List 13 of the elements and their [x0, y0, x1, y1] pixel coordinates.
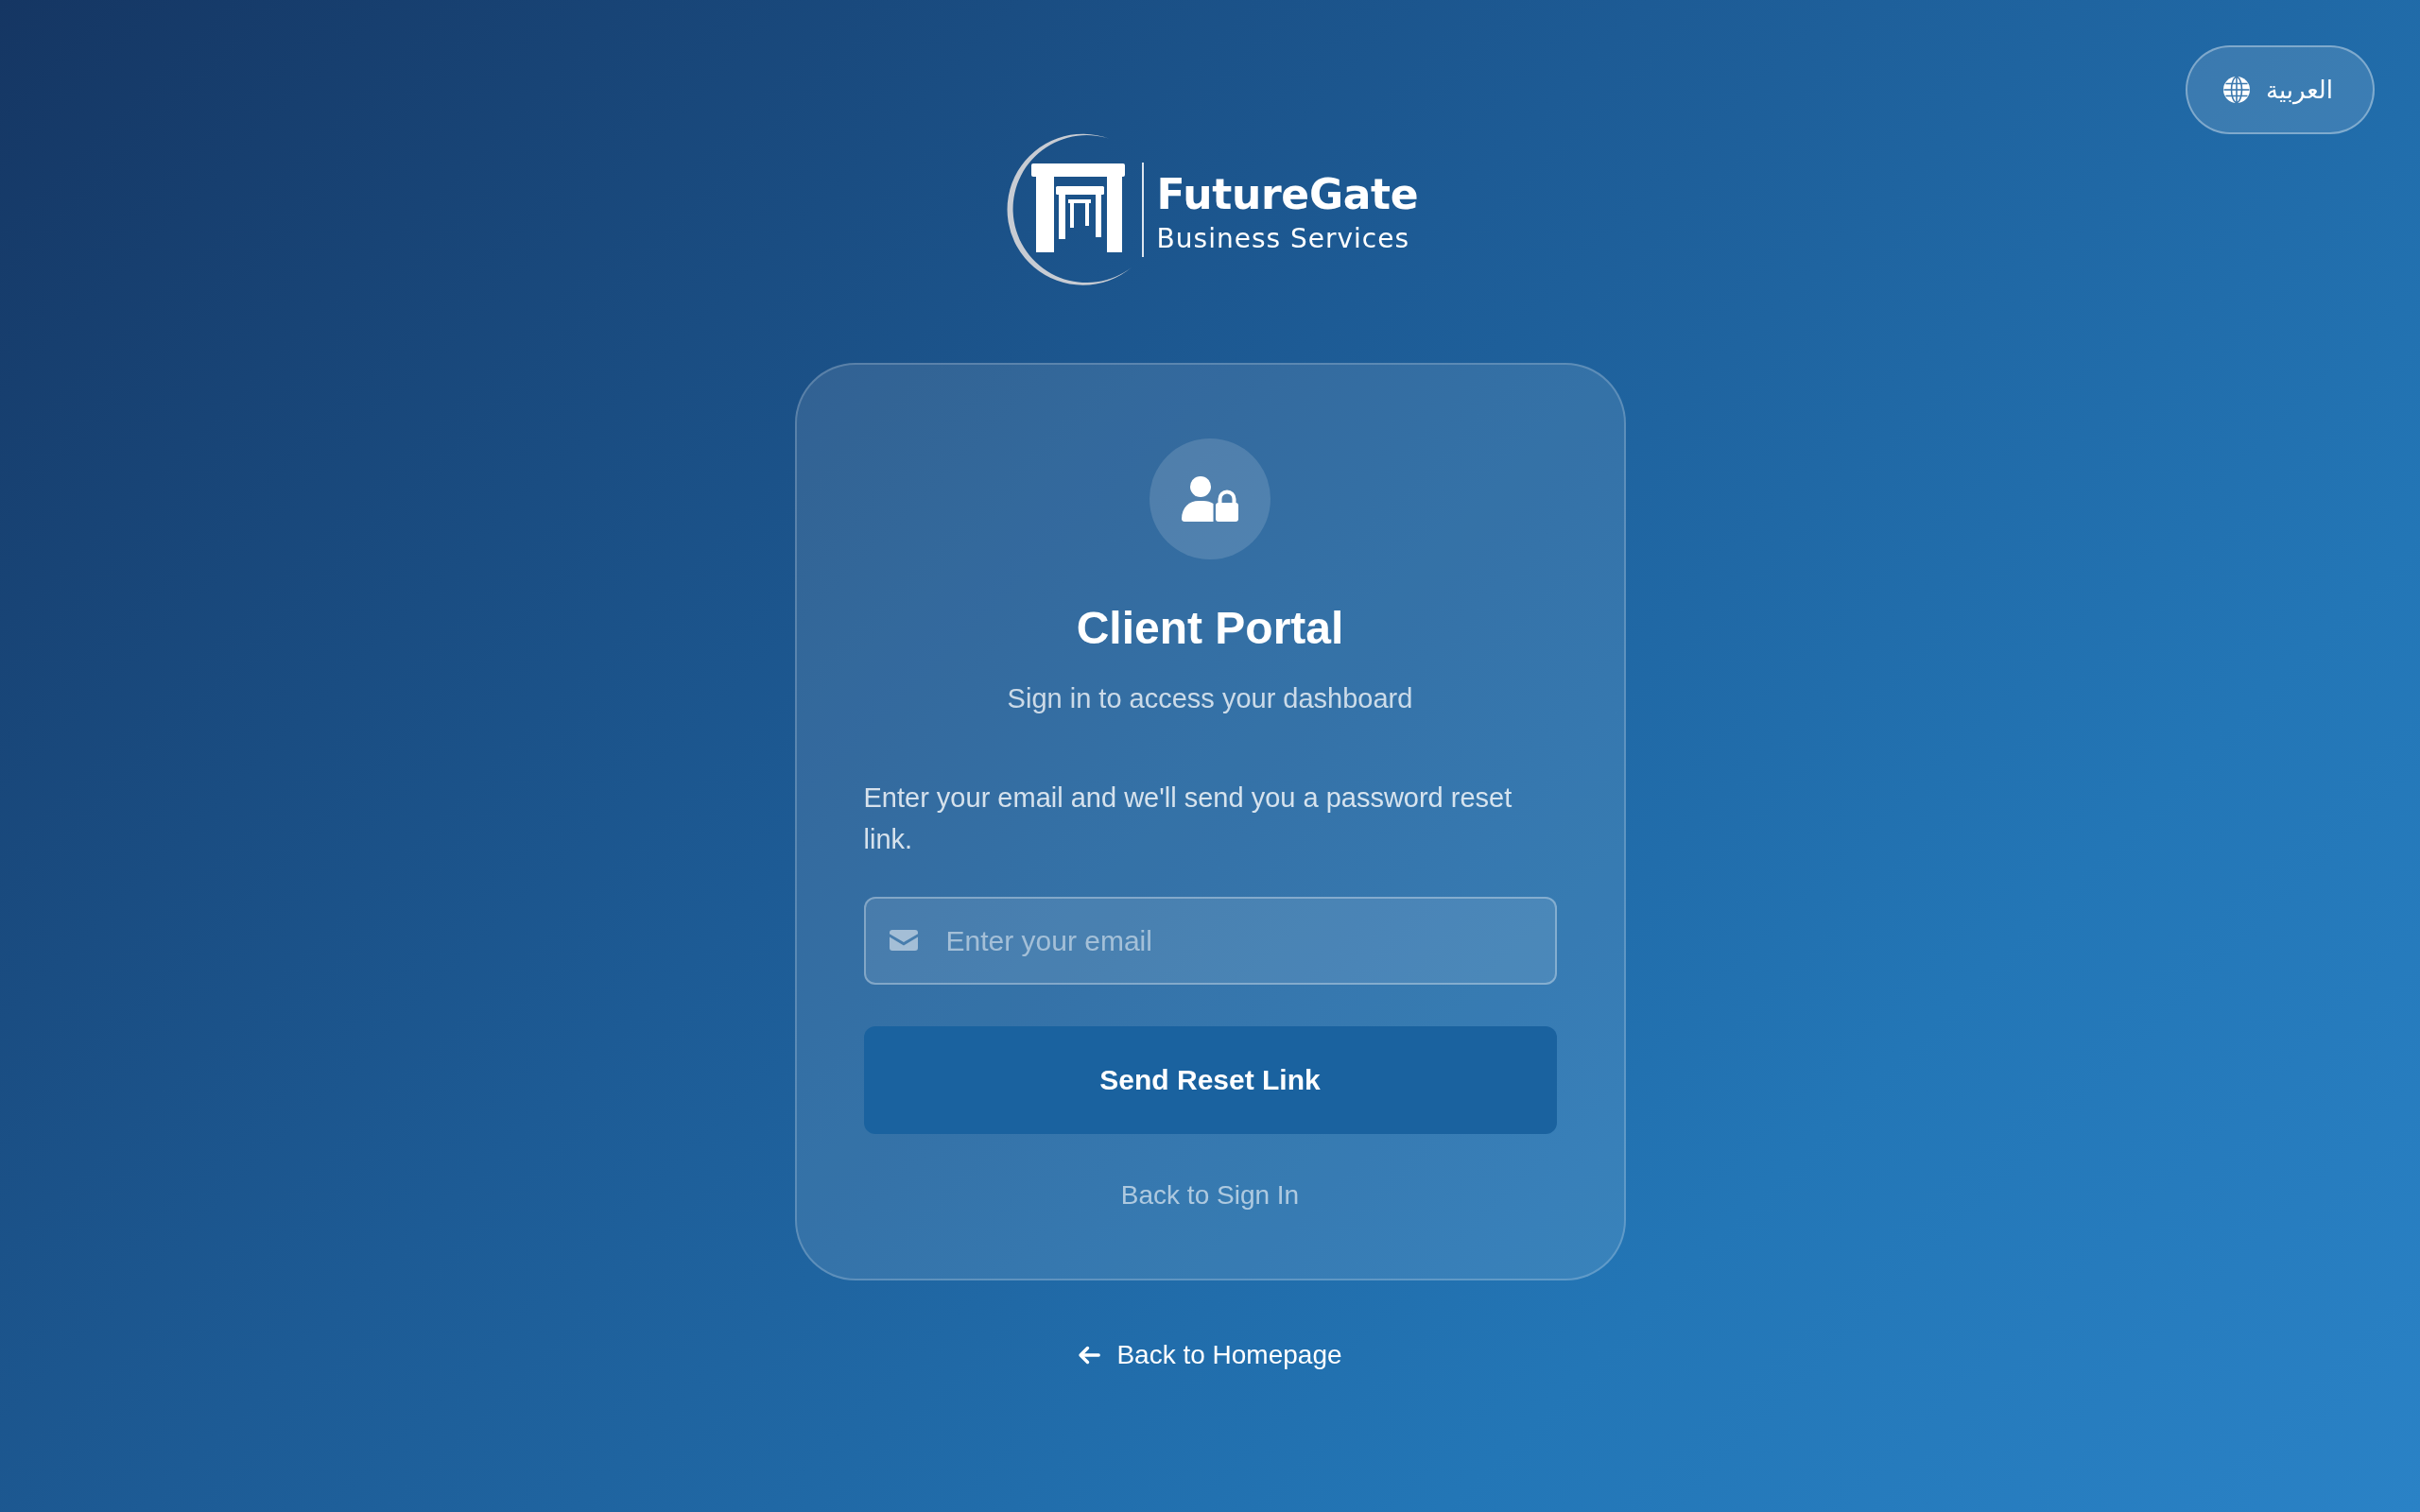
envelope-icon — [889, 930, 918, 951]
send-reset-link-button[interactable]: Send Reset Link — [863, 1026, 1557, 1134]
language-button[interactable]: العربية — [2185, 45, 2375, 134]
card-subtitle: Sign in to access your dashboard — [1007, 682, 1413, 715]
brand-name: FutureGate — [1156, 170, 1419, 218]
homepage-link[interactable]: Back to Homepage — [1078, 1335, 1342, 1375]
brand-tagline: Business Services — [1156, 223, 1410, 254]
globe-icon — [2222, 77, 2250, 103]
user-lock-icon — [1150, 438, 1270, 559]
sign-in-link[interactable]: Back to Sign In — [1120, 1176, 1300, 1215]
arrow-left-icon — [1078, 1346, 1101, 1365]
instructions-text: Enter your email and we'll send you a password reset link. — [863, 782, 1513, 856]
card-title: Client Portal — [1076, 602, 1344, 655]
